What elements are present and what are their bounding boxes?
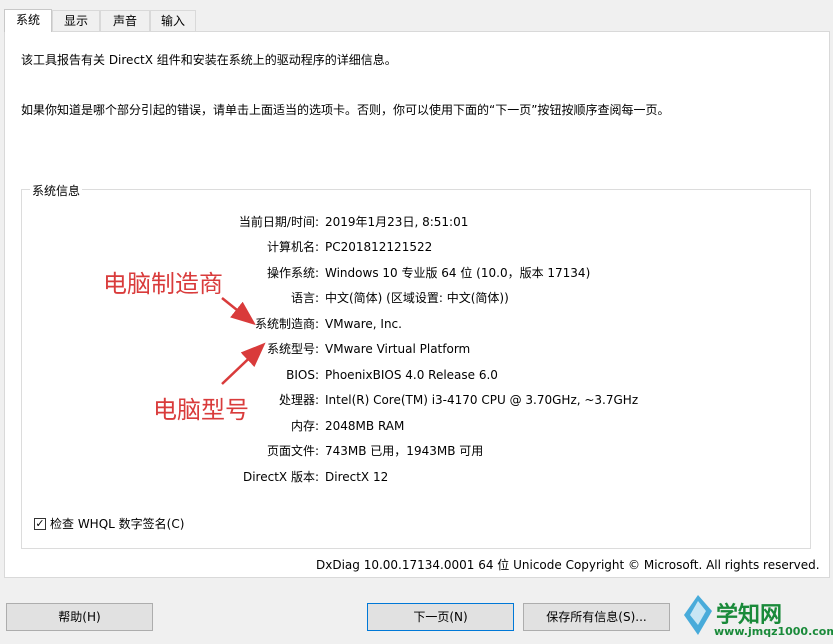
- arrow-to-model: [221, 342, 266, 385]
- watermark-logo: 学知网 www.jmqz1000.com: [676, 587, 833, 644]
- watermark-logo-icon: [684, 595, 712, 635]
- annotation-arrows: [221, 297, 266, 385]
- save-all-info-button[interactable]: 保存所有信息(S)...: [523, 603, 670, 631]
- tab-system[interactable]: 系统: [4, 9, 52, 32]
- next-page-button[interactable]: 下一页(N): [367, 603, 514, 631]
- help-button[interactable]: 帮助(H): [6, 603, 153, 631]
- arrow-to-manufacturer: [221, 297, 256, 326]
- watermark-url: www.jmqz1000.com: [714, 625, 833, 638]
